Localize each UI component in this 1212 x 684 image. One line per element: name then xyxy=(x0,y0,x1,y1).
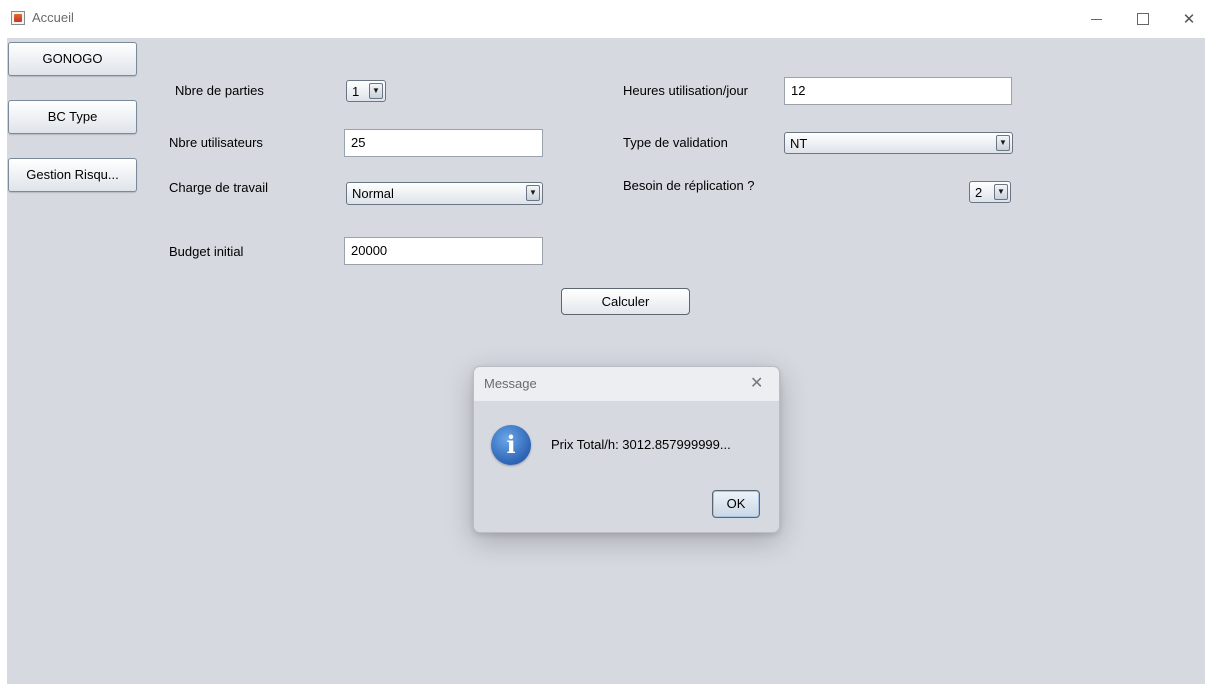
nbre-parties-value: 1 xyxy=(352,84,360,99)
message-dialog: Message ✕ i Prix Total/h: 3012.857999999… xyxy=(473,366,780,533)
close-icon[interactable]: ✕ xyxy=(1175,6,1203,32)
info-icon: i xyxy=(491,425,531,465)
nbre-utilisateurs-label: Nbre utilisateurs xyxy=(169,135,263,150)
dialog-titlebar: Message ✕ xyxy=(474,367,779,401)
charge-travail-value: Normal xyxy=(352,186,394,201)
ok-button[interactable]: OK xyxy=(712,490,760,518)
besoin-replication-value: 2 xyxy=(975,185,983,200)
budget-initial-label: Budget initial xyxy=(169,244,244,259)
nbre-utilisateurs-field[interactable]: 25 xyxy=(344,129,543,157)
type-validation-label: Type de validation xyxy=(623,135,728,150)
triangle-down-icon: ▼ xyxy=(526,185,540,201)
window-title: Accueil xyxy=(32,10,74,25)
charge-travail-label: Charge de travail xyxy=(169,180,268,195)
window-titlebar: Accueil ✕ xyxy=(0,0,1212,38)
heures-utilisation-field[interactable]: 12 xyxy=(784,77,1012,105)
gestion-risque-button[interactable]: Gestion Risqu... xyxy=(8,158,137,192)
type-validation-value: NT xyxy=(790,136,808,151)
type-validation-combo[interactable]: NT ▼ xyxy=(784,132,1013,154)
triangle-down-icon: ▼ xyxy=(994,184,1008,200)
dialog-message: Prix Total/h: 3012.857999999... xyxy=(551,437,731,452)
bc-type-button[interactable]: BC Type xyxy=(8,100,137,134)
nbre-parties-combo[interactable]: 1 ▼ xyxy=(346,80,386,102)
charge-travail-combo[interactable]: Normal ▼ xyxy=(346,182,543,205)
minimize-icon[interactable] xyxy=(1082,6,1110,32)
main-panel: GONOGO BC Type Gestion Risqu... Nbre de … xyxy=(7,38,1205,684)
triangle-down-icon: ▼ xyxy=(996,135,1010,151)
java-app-icon xyxy=(11,11,25,25)
maximize-icon[interactable] xyxy=(1129,6,1157,32)
besoin-replication-combo[interactable]: 2 ▼ xyxy=(969,181,1011,203)
besoin-replication-label: Besoin de réplication ? xyxy=(623,178,755,193)
calculer-button[interactable]: Calculer xyxy=(561,288,690,315)
nbre-parties-label: Nbre de parties xyxy=(175,83,264,98)
heures-utilisation-label: Heures utilisation/jour xyxy=(623,83,749,98)
triangle-down-icon: ▼ xyxy=(369,83,383,99)
budget-initial-field[interactable]: 20000 xyxy=(344,237,543,265)
close-icon[interactable]: ✕ xyxy=(750,373,763,393)
gonogo-button[interactable]: GONOGO xyxy=(8,42,137,76)
dialog-title: Message xyxy=(484,376,537,391)
